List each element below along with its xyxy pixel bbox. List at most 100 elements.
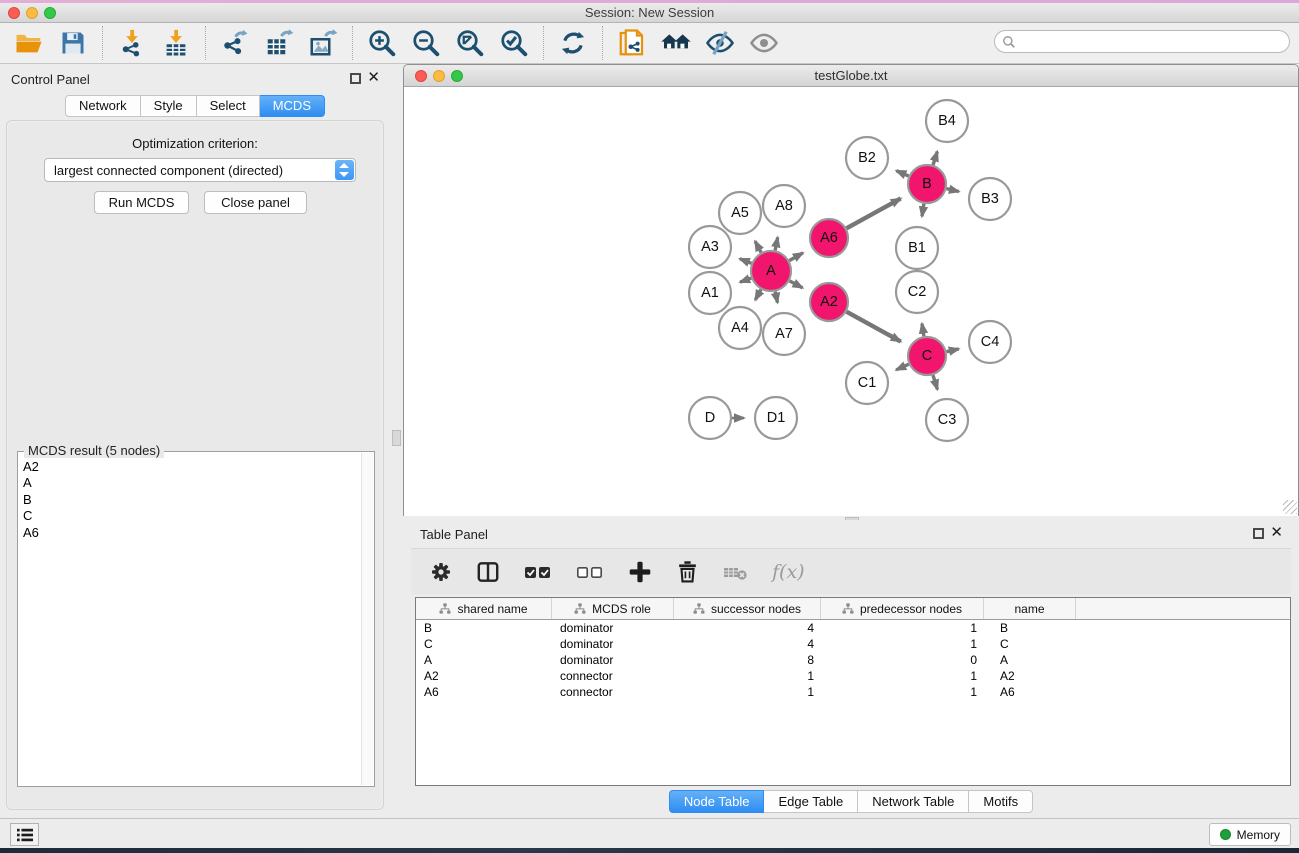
result-item[interactable]: A2 [20, 459, 360, 475]
column-header-name[interactable]: name [984, 598, 1076, 619]
home-button[interactable] [659, 26, 693, 60]
export-network-icon [220, 28, 250, 58]
graph-edge-B-B3[interactable] [946, 189, 958, 192]
panel-divider-grip[interactable] [392, 430, 401, 446]
criterion-dropdown[interactable]: largest connected component (directed) [44, 158, 356, 182]
table-row[interactable]: Bdominator41B [416, 620, 1290, 636]
show-columns-button[interactable] [475, 559, 501, 585]
tab-network[interactable]: Network [65, 95, 141, 117]
fx-icon: f(x) [772, 561, 805, 583]
graph-edge-A-A4[interactable] [755, 289, 761, 299]
add-column-button[interactable] [627, 559, 653, 585]
close-panel-button[interactable]: Close panel [204, 191, 307, 214]
result-item[interactable]: B [20, 492, 360, 508]
graph-edge-A-A3[interactable] [740, 259, 752, 264]
export-network-button[interactable] [218, 26, 252, 60]
graph-edge-B-B2[interactable] [896, 171, 908, 176]
export-image-icon [308, 28, 338, 58]
zoom-window-button[interactable] [44, 7, 56, 19]
zoom-fit-button[interactable] [453, 26, 487, 60]
result-item[interactable]: C [20, 508, 360, 524]
table-row[interactable]: Adominator80A [416, 652, 1290, 668]
graph-edge-C-C4[interactable] [947, 349, 959, 352]
import-network-icon [117, 28, 147, 58]
minimize-window-button[interactable] [26, 7, 38, 19]
cell-shared-name: A6 [416, 685, 552, 699]
network-from-file-button[interactable] [615, 26, 649, 60]
save-session-button[interactable] [56, 26, 90, 60]
zoom-in-button[interactable] [365, 26, 399, 60]
minimize-network-button[interactable] [433, 70, 445, 82]
cell-name: B [984, 621, 1076, 635]
table-header-row: shared nameMCDS rolesuccessor nodesprede… [416, 598, 1290, 620]
delete-column-button[interactable] [675, 559, 700, 584]
function-builder-button[interactable]: f(x) [772, 561, 805, 583]
close-table-panel-icon[interactable]: ✕ [1270, 527, 1283, 538]
tab-mcds[interactable]: MCDS [260, 95, 325, 117]
float-table-panel-icon[interactable] [1253, 528, 1264, 539]
column-header-shared-name[interactable]: shared name [416, 598, 552, 619]
table-row[interactable]: A6connector11A6 [416, 684, 1290, 700]
select-all-button[interactable] [523, 557, 553, 587]
open-session-button[interactable] [12, 26, 46, 60]
result-item[interactable]: A [20, 475, 360, 491]
graph-edge-A-A2[interactable] [790, 281, 803, 288]
import-network-button[interactable] [115, 26, 149, 60]
task-history-button[interactable] [10, 823, 39, 846]
table-row[interactable]: A2connector11A2 [416, 668, 1290, 684]
hide-graphics-details-button[interactable] [703, 26, 737, 60]
memory-button[interactable]: Memory [1209, 823, 1291, 846]
tab-node-table[interactable]: Node Table [669, 790, 765, 813]
export-table-button[interactable] [262, 26, 296, 60]
deselect-all-button[interactable] [575, 557, 605, 587]
table-row[interactable]: Cdominator41C [416, 636, 1290, 652]
refresh-button[interactable] [556, 26, 590, 60]
close-panel-icon[interactable]: ✕ [367, 72, 380, 83]
graph-edge-A-A8[interactable] [775, 237, 778, 250]
graph-edge-A-A6[interactable] [789, 253, 803, 261]
tab-style[interactable]: Style [141, 95, 197, 117]
graph-edge-A2-C[interactable] [847, 312, 901, 342]
result-item[interactable]: A6 [20, 525, 360, 541]
run-mcds-button[interactable]: Run MCDS [94, 191, 189, 214]
graph-edge-A-A7[interactable] [775, 292, 777, 303]
result-scrollbar[interactable] [361, 453, 373, 785]
import-table-button[interactable] [159, 26, 193, 60]
delete-table-button[interactable] [722, 558, 750, 586]
tab-motifs[interactable]: Motifs [969, 790, 1033, 813]
tab-network-table[interactable]: Network Table [858, 790, 969, 813]
graph-edge-C-C3[interactable] [933, 375, 937, 389]
close-window-button[interactable] [8, 7, 20, 19]
float-panel-icon[interactable] [350, 73, 361, 84]
cell-predecessor-nodes: 1 [821, 621, 984, 635]
control-panel-title: Control Panel [11, 72, 90, 87]
cell-MCDS-role: connector [552, 669, 674, 683]
tab-edge-table[interactable]: Edge Table [764, 790, 858, 813]
column-header-successor-nodes[interactable]: successor nodes [674, 598, 821, 619]
column-header-MCDS-role[interactable]: MCDS role [552, 598, 674, 619]
dropdown-stepper-icon [335, 160, 354, 180]
cell-name: A [984, 653, 1076, 667]
zoom-network-button[interactable] [451, 70, 463, 82]
graph-edge-B-B1[interactable] [922, 204, 924, 217]
close-network-button[interactable] [415, 70, 427, 82]
graph-edge-A6-B[interactable] [847, 198, 901, 228]
graph-edge-C-C1[interactable] [896, 364, 909, 370]
export-image-button[interactable] [306, 26, 340, 60]
graph-node-label: A4 [731, 320, 749, 336]
graph-edge-A-A5[interactable] [755, 241, 761, 252]
graph-edge-C-C2[interactable] [922, 324, 924, 337]
window-titlebar: Session: New Session [0, 3, 1299, 23]
graph-edge-B-B4[interactable] [933, 151, 937, 164]
tab-select[interactable]: Select [197, 95, 260, 117]
graph-node-label: A5 [731, 205, 749, 221]
graph-edge-A-A1[interactable] [740, 278, 751, 282]
table-settings-button[interactable] [429, 560, 453, 584]
zoom-out-button[interactable] [409, 26, 443, 60]
search-input[interactable] [994, 30, 1290, 53]
column-header-predecessor-nodes[interactable]: predecessor nodes [821, 598, 984, 619]
show-graphics-details-button[interactable] [747, 26, 781, 60]
network-canvas[interactable]: B4B2BB3A5A8A6A3B1AA1C2A2A4A7C4CC1C3DD1 [404, 88, 1298, 516]
zoom-selected-button[interactable] [497, 26, 531, 60]
window-resize-grip[interactable] [1283, 500, 1297, 514]
